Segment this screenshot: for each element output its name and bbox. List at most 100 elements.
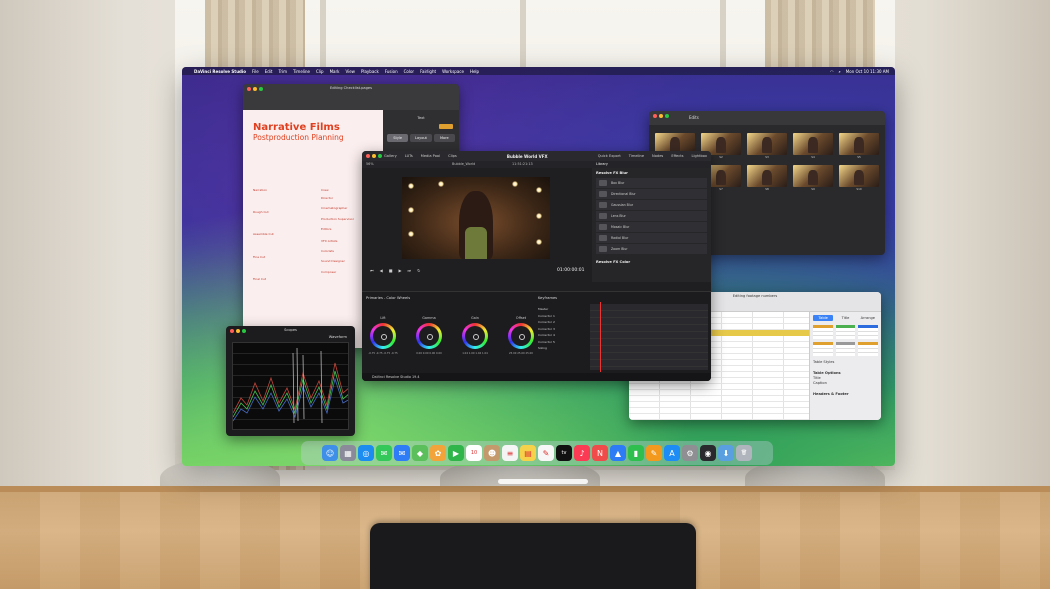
music-icon[interactable]: ♪ <box>574 445 590 461</box>
resolve-icon[interactable]: ◉ <box>700 445 716 461</box>
effect-item[interactable]: Mosaic Blur <box>596 222 707 232</box>
menu-fusion[interactable]: Fusion <box>385 69 398 74</box>
facetime-icon[interactable]: ▶ <box>448 445 464 461</box>
traffic-lights[interactable] <box>653 114 669 118</box>
freeform-icon[interactable]: ✎ <box>538 445 554 461</box>
effect-item[interactable]: Zoom Blur <box>596 244 707 254</box>
tab-nodes[interactable]: Nodes <box>652 154 663 158</box>
tab-effects[interactable]: Effects <box>671 154 683 158</box>
color-wheel[interactable] <box>508 323 534 349</box>
downloads-icon[interactable]: ⬇ <box>718 445 734 461</box>
playhead[interactable] <box>600 302 601 372</box>
menu-trim[interactable]: Trim <box>278 69 287 74</box>
zoom-level[interactable]: 56% <box>366 161 374 168</box>
tv-icon[interactable]: tv <box>556 445 572 461</box>
color-wheel[interactable] <box>416 323 442 349</box>
window-grab-bar[interactable] <box>498 479 588 484</box>
color-wheel[interactable] <box>462 323 488 349</box>
style-button[interactable] <box>439 124 453 129</box>
style-tab[interactable]: Style <box>387 134 409 142</box>
file-item[interactable]: S5 <box>839 133 879 159</box>
effect-item[interactable]: Box Blur <box>596 178 707 188</box>
table-style-swatch[interactable] <box>835 342 856 356</box>
zoom-icon[interactable] <box>242 329 246 333</box>
wheel-offset[interactable]: Offset 25.00 25.00 25.00 <box>506 316 536 355</box>
menu-playback[interactable]: Playback <box>361 69 379 74</box>
scopes-window[interactable]: Scopes Waveform <box>226 326 355 436</box>
menu-help[interactable]: Help <box>470 69 479 74</box>
traffic-lights[interactable] <box>366 154 382 158</box>
tab-title[interactable]: Title <box>835 315 855 321</box>
close-icon[interactable] <box>230 329 234 333</box>
virtual-mac-display[interactable]: DaVinci Resolve Studio File Edit Trim Ti… <box>182 67 895 466</box>
reminders-icon[interactable]: ≡ <box>502 445 518 461</box>
close-icon[interactable] <box>247 87 251 91</box>
traffic-lights[interactable] <box>230 329 246 333</box>
menu-fairlight[interactable]: Fairlight <box>420 69 436 74</box>
effect-item[interactable]: Radial Blur <box>596 233 707 243</box>
tab-luts[interactable]: LUTs <box>405 154 413 158</box>
numbers-icon[interactable]: ▮ <box>628 445 644 461</box>
minimize-icon[interactable] <box>236 329 240 333</box>
keyframes-label[interactable]: Keyframes <box>538 296 557 300</box>
table-style-swatch[interactable] <box>813 342 833 356</box>
wifi-icon[interactable]: ◠ <box>830 69 834 74</box>
minimize-icon[interactable] <box>253 87 257 91</box>
maps-icon[interactable]: ◆ <box>412 445 428 461</box>
effects-group-blur[interactable]: Resolve FX Blur <box>592 168 711 178</box>
search-icon[interactable]: ⌕ <box>839 69 841 74</box>
minimize-icon[interactable] <box>659 114 663 118</box>
resolve-window[interactable]: Gallery LUTs Media Pool Clips Bubble Wor… <box>362 151 711 381</box>
loop-icon[interactable]: ↻ <box>417 268 420 273</box>
launchpad-icon[interactable]: ▦ <box>340 445 356 461</box>
safari-icon[interactable]: ◎ <box>358 445 374 461</box>
wheel-gamma[interactable]: Gamma 0.00 0.00 0.00 0.00 <box>414 316 444 355</box>
skip-forward-icon[interactable]: ⏭ <box>408 268 412 273</box>
table-style-swatch[interactable] <box>858 342 878 356</box>
menu-edit[interactable]: Edit <box>265 69 273 74</box>
zoom-icon[interactable] <box>378 154 382 158</box>
keyframe-row[interactable]: Sizing <box>538 345 586 352</box>
zoom-icon[interactable] <box>259 87 263 91</box>
color-wheel[interactable] <box>370 323 396 349</box>
keynote-icon[interactable]: ▲ <box>610 445 626 461</box>
news-icon[interactable]: N <box>592 445 608 461</box>
photos-icon[interactable]: ✿ <box>430 445 446 461</box>
wheel-gain[interactable]: Gain 1.04 1.00 1.04 1.04 <box>460 316 490 355</box>
menu-view[interactable]: View <box>345 69 355 74</box>
effect-item[interactable]: Directional Blur <box>596 189 707 199</box>
skip-back-icon[interactable]: ⏮ <box>370 268 374 273</box>
file-item[interactable]: S10 <box>839 165 879 191</box>
stop-icon[interactable]: ■ <box>389 268 393 273</box>
video-viewer[interactable] <box>402 177 550 259</box>
table-style-swatch[interactable] <box>835 325 856 339</box>
more-tab[interactable]: More <box>433 134 455 142</box>
play-reverse-icon[interactable]: ◀ <box>380 268 383 273</box>
notes-icon[interactable]: ▤ <box>520 445 536 461</box>
table-style-swatch[interactable] <box>858 325 878 339</box>
tab-arrange[interactable]: Arrange <box>858 315 878 321</box>
effects-group-color[interactable]: Resolve FX Color <box>592 257 711 267</box>
mail-icon[interactable]: ✉ <box>394 445 410 461</box>
file-item[interactable]: S8 <box>747 165 787 191</box>
close-icon[interactable] <box>366 154 370 158</box>
close-icon[interactable] <box>653 114 657 118</box>
file-item[interactable]: S9 <box>793 165 833 191</box>
calendar-icon[interactable]: 10 <box>466 445 482 461</box>
menu-file[interactable]: File <box>252 69 259 74</box>
effect-item[interactable]: Lens Blur <box>596 211 707 221</box>
menu-color[interactable]: Color <box>404 69 414 74</box>
play-icon[interactable]: ▶ <box>398 268 401 273</box>
tab-media-pool[interactable]: Media Pool <box>421 154 440 158</box>
menu-mark[interactable]: Mark <box>330 69 340 74</box>
menu-clock[interactable]: Mon Oct 10 11:30 AM <box>846 69 889 74</box>
messages-icon[interactable]: ✉ <box>376 445 392 461</box>
layout-tab[interactable]: Layout <box>410 134 432 142</box>
menu-timeline[interactable]: Timeline <box>293 69 310 74</box>
file-item[interactable]: S3 <box>747 133 787 159</box>
tab-table[interactable]: Table <box>813 315 834 321</box>
zoom-icon[interactable] <box>665 114 669 118</box>
caption-option[interactable]: Caption <box>813 381 878 386</box>
library-label[interactable]: Library <box>596 161 608 168</box>
contacts-icon[interactable]: ☻ <box>484 445 500 461</box>
